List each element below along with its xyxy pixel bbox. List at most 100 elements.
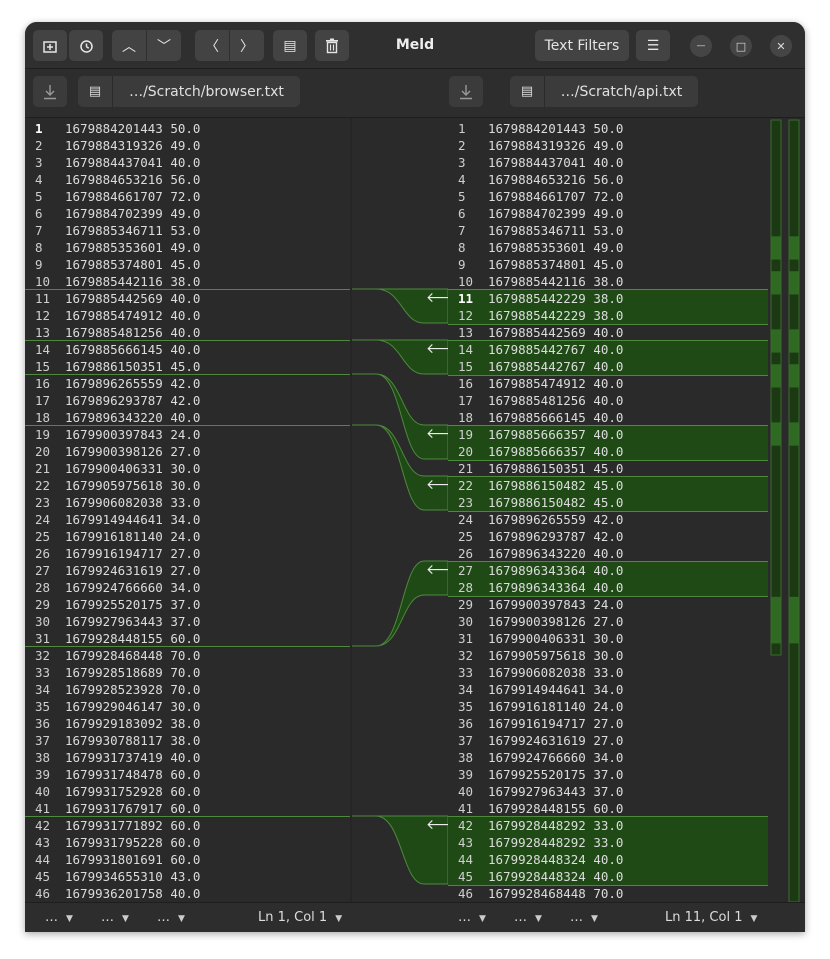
delete-button[interactable] [315, 30, 349, 61]
new-tab-button[interactable] [33, 30, 67, 61]
minimize-button[interactable]: — [690, 35, 712, 57]
left-line-ending-selector[interactable]: … ▼ [101, 903, 129, 932]
right-encoding-selector[interactable]: … ▼ [458, 903, 486, 932]
text-line[interactable]: 46 1679928468448 70.0 [448, 885, 623, 902]
text-line[interactable]: 44 1679931801691 60.0 [25, 851, 200, 868]
text-line[interactable]: 6 1679884702399 49.0 [448, 205, 623, 222]
text-line[interactable]: 17 1679896293787 42.0 [25, 392, 200, 409]
text-line[interactable]: 28 1679896343364 40.0 [448, 579, 623, 596]
text-line[interactable]: 37 1679924631619 27.0 [448, 732, 623, 749]
copy-left-arrow-icon[interactable]: 🡐 [426, 341, 448, 357]
left-cursor-position[interactable]: Ln 1, Col 1 ▼ [258, 903, 342, 932]
text-line[interactable]: 25 1679916181140 24.0 [25, 528, 200, 545]
text-line[interactable]: 44 1679928448324 40.0 [448, 851, 623, 868]
text-line[interactable]: 40 1679931752928 60.0 [25, 783, 200, 800]
diff-overview-map[interactable] [768, 118, 805, 902]
text-line[interactable]: 35 1679929046147 30.0 [25, 698, 200, 715]
left-file-path[interactable]: …/Scratch/browser.txt [112, 76, 300, 107]
text-line[interactable]: 45 1679934655310 43.0 [25, 868, 200, 885]
text-line[interactable]: 1 1679884201443 50.0 [25, 120, 200, 137]
text-line[interactable]: 19 1679900397843 24.0 [25, 426, 200, 443]
text-line[interactable]: 5 1679884661707 72.0 [448, 188, 623, 205]
text-line[interactable]: 31 1679928448155 60.0 [25, 630, 200, 647]
text-line[interactable]: 33 1679906082038 33.0 [448, 664, 623, 681]
text-line[interactable]: 12 1679885474912 40.0 [25, 307, 200, 324]
text-line[interactable]: 20 1679900398126 27.0 [25, 443, 200, 460]
text-line[interactable]: 33 1679928518689 70.0 [25, 664, 200, 681]
text-line[interactable]: 36 1679916194717 27.0 [448, 715, 623, 732]
previous-change-button[interactable]: ︿ [112, 30, 146, 61]
text-line[interactable]: 42 1679931771892 60.0 [25, 817, 200, 834]
text-line[interactable]: 21 1679886150351 45.0 [448, 460, 623, 477]
text-line[interactable]: 9 1679885374801 45.0 [448, 256, 623, 273]
text-line[interactable]: 28 1679924766660 34.0 [25, 579, 200, 596]
next-change-button[interactable]: ﹀ [146, 30, 181, 61]
text-line[interactable]: 43 1679931795228 60.0 [25, 834, 200, 851]
text-line[interactable]: 2 1679884319326 49.0 [25, 137, 200, 154]
text-line[interactable]: 32 1679905975618 30.0 [448, 647, 623, 664]
text-line[interactable]: 25 1679896293787 42.0 [448, 528, 623, 545]
right-save-button[interactable] [449, 76, 483, 107]
text-line[interactable]: 29 1679900397843 24.0 [448, 596, 623, 613]
text-line[interactable]: 13 1679885481256 40.0 [25, 324, 200, 341]
text-line[interactable]: 16 1679896265559 42.0 [25, 375, 200, 392]
text-line[interactable]: 31 1679900406331 30.0 [448, 630, 623, 647]
copy-button[interactable]: ▤ [273, 30, 307, 61]
text-line[interactable]: 17 1679885481256 40.0 [448, 392, 623, 409]
text-line[interactable]: 34 1679928523928 70.0 [25, 681, 200, 698]
text-line[interactable]: 46 1679936201758 40.0 [25, 885, 200, 902]
text-line[interactable]: 38 1679931737419 40.0 [25, 749, 200, 766]
left-encoding-selector[interactable]: … ▼ [45, 903, 73, 932]
text-line[interactable]: 26 1679916194717 27.0 [25, 545, 200, 562]
text-line[interactable]: 41 1679931767917 60.0 [25, 800, 200, 817]
left-save-button[interactable] [33, 76, 67, 107]
text-line[interactable]: 10 1679885442116 38.0 [448, 273, 623, 290]
text-line[interactable]: 3 1679884437041 40.0 [448, 154, 623, 171]
text-line[interactable]: 23 1679906082038 33.0 [25, 494, 200, 511]
text-line[interactable]: 16 1679885474912 40.0 [448, 375, 623, 392]
text-line[interactable]: 11 1679885442569 40.0 [25, 290, 200, 307]
right-line-ending-selector[interactable]: … ▼ [514, 903, 542, 932]
text-line[interactable]: 23 1679886150482 45.0 [448, 494, 623, 511]
text-line[interactable]: 32 1679928468448 70.0 [25, 647, 200, 664]
text-line[interactable]: 8 1679885353601 49.0 [25, 239, 200, 256]
next-conflict-button[interactable]: 〉 [229, 30, 264, 61]
text-line[interactable]: 22 1679905975618 30.0 [25, 477, 200, 494]
text-line[interactable]: 11 1679885442229 38.0 [448, 290, 623, 307]
text-line[interactable]: 24 1679896265559 42.0 [448, 511, 623, 528]
text-line[interactable]: 39 1679925520175 37.0 [448, 766, 623, 783]
text-line[interactable]: 4 1679884653216 56.0 [448, 171, 623, 188]
text-line[interactable]: 34 1679914944641 34.0 [448, 681, 623, 698]
text-line[interactable]: 43 1679928448292 33.0 [448, 834, 623, 851]
text-line[interactable]: 21 1679900406331 30.0 [25, 460, 200, 477]
text-line[interactable]: 4 1679884653216 56.0 [25, 171, 200, 188]
history-button[interactable] [69, 30, 103, 61]
previous-conflict-button[interactable]: 〈 [195, 30, 229, 61]
right-text-pane[interactable]: 1 1679884201443 50.0 2 1679884319326 49.0 3 1… [448, 118, 768, 902]
text-line[interactable]: 30 1679900398126 27.0 [448, 613, 623, 630]
text-line[interactable]: 5 1679884661707 72.0 [25, 188, 200, 205]
main-menu-button[interactable]: ☰ [636, 30, 670, 61]
maximize-button[interactable]: □ [730, 35, 752, 57]
copy-left-arrow-icon[interactable]: 🡐 [426, 562, 448, 578]
text-line[interactable]: 3 1679884437041 40.0 [25, 154, 200, 171]
text-line[interactable]: 7 1679885346711 53.0 [448, 222, 623, 239]
text-line[interactable]: 35 1679916181140 24.0 [448, 698, 623, 715]
copy-left-arrow-icon[interactable]: 🡐 [426, 477, 448, 493]
text-line[interactable]: 1 1679884201443 50.0 [448, 120, 623, 137]
text-line[interactable]: 38 1679924766660 34.0 [448, 749, 623, 766]
text-line[interactable]: 18 1679885666145 40.0 [448, 409, 623, 426]
text-line[interactable]: 14 1679885666145 40.0 [25, 341, 200, 358]
text-line[interactable]: 9 1679885374801 45.0 [25, 256, 200, 273]
text-line[interactable]: 19 1679885666357 40.0 [448, 426, 623, 443]
text-line[interactable]: 41 1679928448155 60.0 [448, 800, 623, 817]
text-line[interactable]: 39 1679931748478 60.0 [25, 766, 200, 783]
right-file-path[interactable]: …/Scratch/api.txt [544, 76, 698, 107]
text-line[interactable]: 37 1679930788117 38.0 [25, 732, 200, 749]
right-open-file-button[interactable]: ▤ [510, 76, 544, 107]
text-line[interactable]: 6 1679884702399 49.0 [25, 205, 200, 222]
text-line[interactable]: 42 1679928448292 33.0 [448, 817, 623, 834]
copy-left-arrow-icon[interactable]: 🡐 [426, 817, 448, 833]
text-line[interactable]: 2 1679884319326 49.0 [448, 137, 623, 154]
text-line[interactable]: 29 1679925520175 37.0 [25, 596, 200, 613]
